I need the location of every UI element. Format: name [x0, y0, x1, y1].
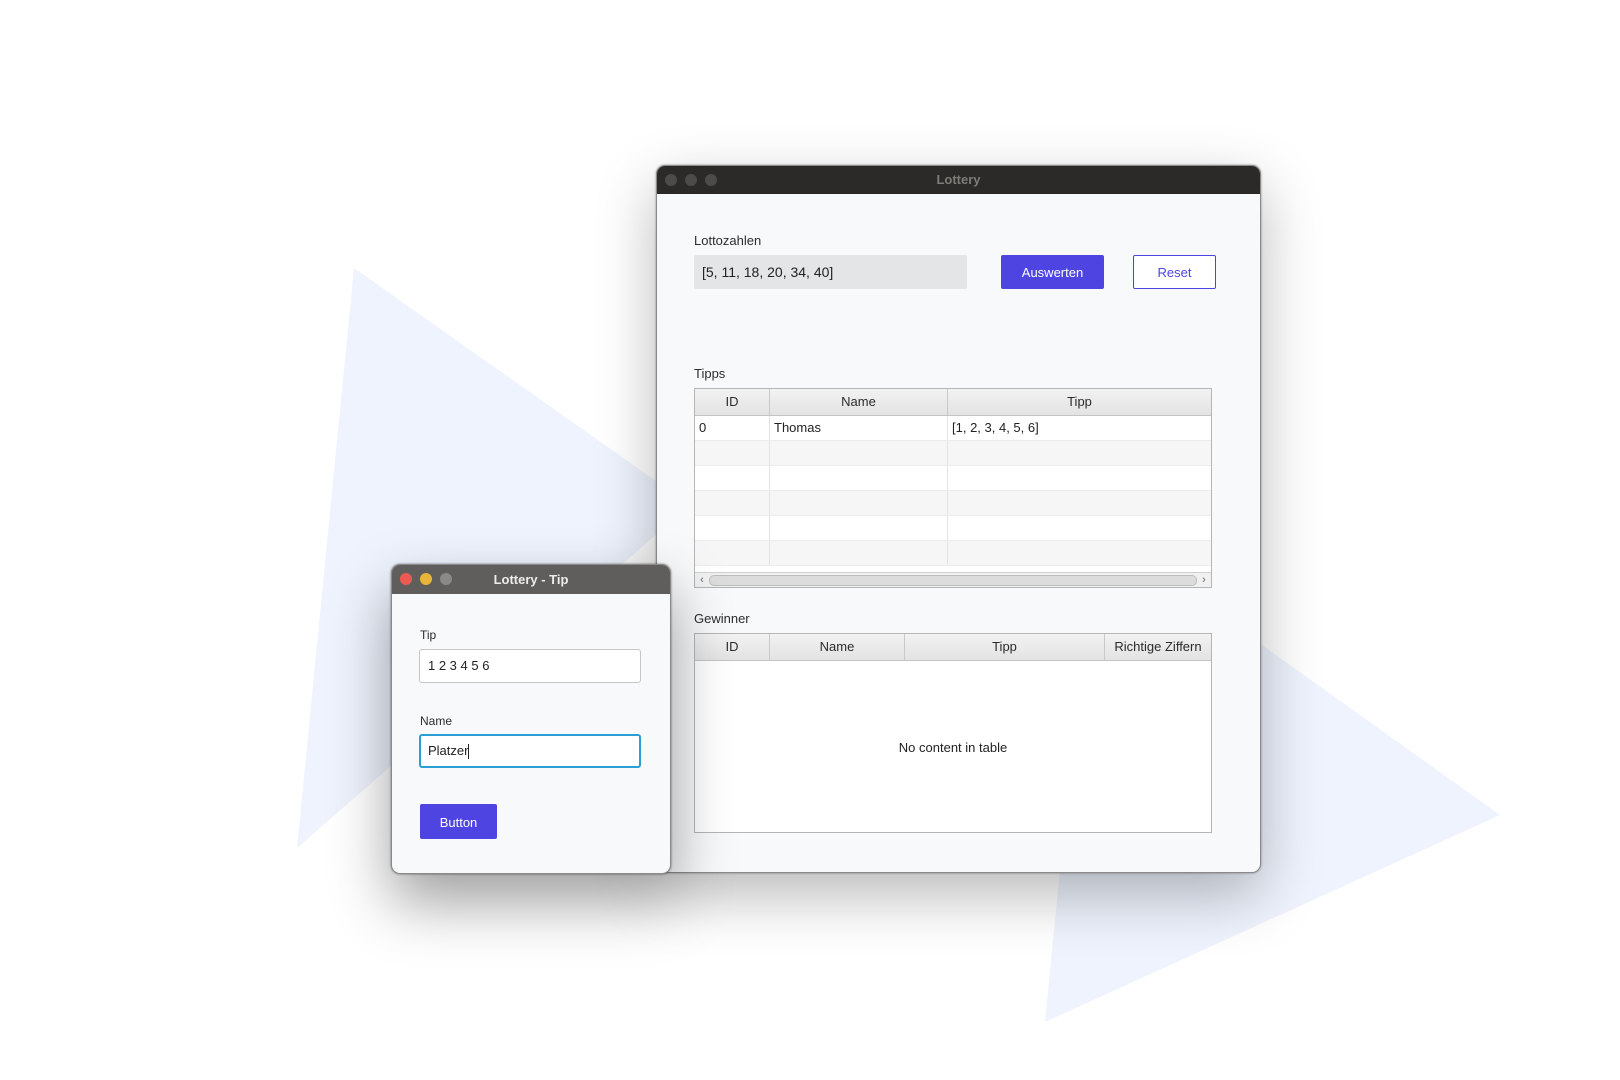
- lottery-window-titlebar[interactable]: Lottery: [657, 166, 1260, 194]
- tip-window-titlebar[interactable]: Lottery - Tip: [392, 565, 670, 594]
- close-icon[interactable]: [665, 174, 677, 186]
- lottozahlen-label: Lottozahlen: [694, 233, 762, 248]
- tipps-table-header: ID Name Tipp: [695, 389, 1211, 416]
- scroll-right-icon[interactable]: ›: [1197, 573, 1211, 587]
- column-header-richtige-ziffern[interactable]: Richtige Ziffern: [1105, 634, 1211, 660]
- text-cursor: [468, 744, 470, 760]
- tipps-table[interactable]: ID Name Tipp 0 Thomas [1, 2, 3, 4, 5, 6]…: [694, 388, 1212, 588]
- gewinner-label: Gewinner: [694, 611, 750, 626]
- empty-table-placeholder: No content in table: [898, 740, 1008, 755]
- minimize-icon[interactable]: [685, 174, 697, 186]
- name-input-value: Platzer: [428, 743, 469, 758]
- tip-input[interactable]: 1 2 3 4 5 6: [419, 649, 641, 683]
- table-row[interactable]: 0 Thomas [1, 2, 3, 4, 5, 6]: [695, 416, 1211, 441]
- name-label: Name: [420, 714, 453, 728]
- reset-button[interactable]: Reset: [1133, 255, 1216, 289]
- name-input[interactable]: Platzer: [419, 734, 641, 768]
- table-row-empty: [695, 491, 1211, 516]
- column-header-name[interactable]: Name: [770, 634, 905, 660]
- column-header-name[interactable]: Name: [770, 389, 948, 415]
- lottozahlen-field: [5, 11, 18, 20, 34, 40]: [694, 255, 967, 289]
- column-header-id[interactable]: ID: [695, 634, 770, 660]
- window-controls: [400, 573, 452, 585]
- lottery-window: Lottery Lottozahlen [5, 11, 18, 20, 34, …: [656, 165, 1261, 873]
- window-controls: [665, 174, 717, 186]
- cell-name: Thomas: [770, 416, 948, 440]
- submit-button[interactable]: Button: [420, 804, 497, 839]
- table-row-empty: [695, 516, 1211, 541]
- maximize-icon[interactable]: [440, 573, 452, 585]
- auswerten-button[interactable]: Auswerten: [1001, 255, 1104, 289]
- horizontal-scrollbar[interactable]: ‹ ›: [695, 572, 1211, 587]
- table-row-empty: [695, 441, 1211, 466]
- column-header-tipp[interactable]: Tipp: [948, 389, 1211, 415]
- minimize-icon[interactable]: [420, 573, 432, 585]
- window-title: Lottery: [936, 172, 981, 187]
- scroll-left-icon[interactable]: ‹: [695, 573, 709, 587]
- cell-tipp: [1, 2, 3, 4, 5, 6]: [952, 420, 1039, 435]
- gewinner-table[interactable]: ID Name Tipp Richtige Ziffern No content…: [694, 633, 1212, 833]
- tip-label: Tip: [420, 628, 437, 642]
- close-icon[interactable]: [400, 573, 412, 585]
- column-header-id[interactable]: ID: [695, 389, 770, 415]
- maximize-icon[interactable]: [705, 174, 717, 186]
- lottery-tip-window: Lottery - Tip Tip 1 2 3 4 5 6 Name Platz…: [391, 564, 671, 874]
- table-row-empty: [695, 541, 1211, 566]
- column-header-tipp[interactable]: Tipp: [905, 634, 1105, 660]
- window-title: Lottery - Tip: [493, 572, 569, 587]
- gewinner-table-header: ID Name Tipp Richtige Ziffern: [695, 634, 1211, 661]
- cell-id: 0: [695, 416, 770, 440]
- scrollbar-thumb[interactable]: [709, 574, 1197, 586]
- tipps-label: Tipps: [694, 366, 726, 381]
- table-row-empty: [695, 466, 1211, 491]
